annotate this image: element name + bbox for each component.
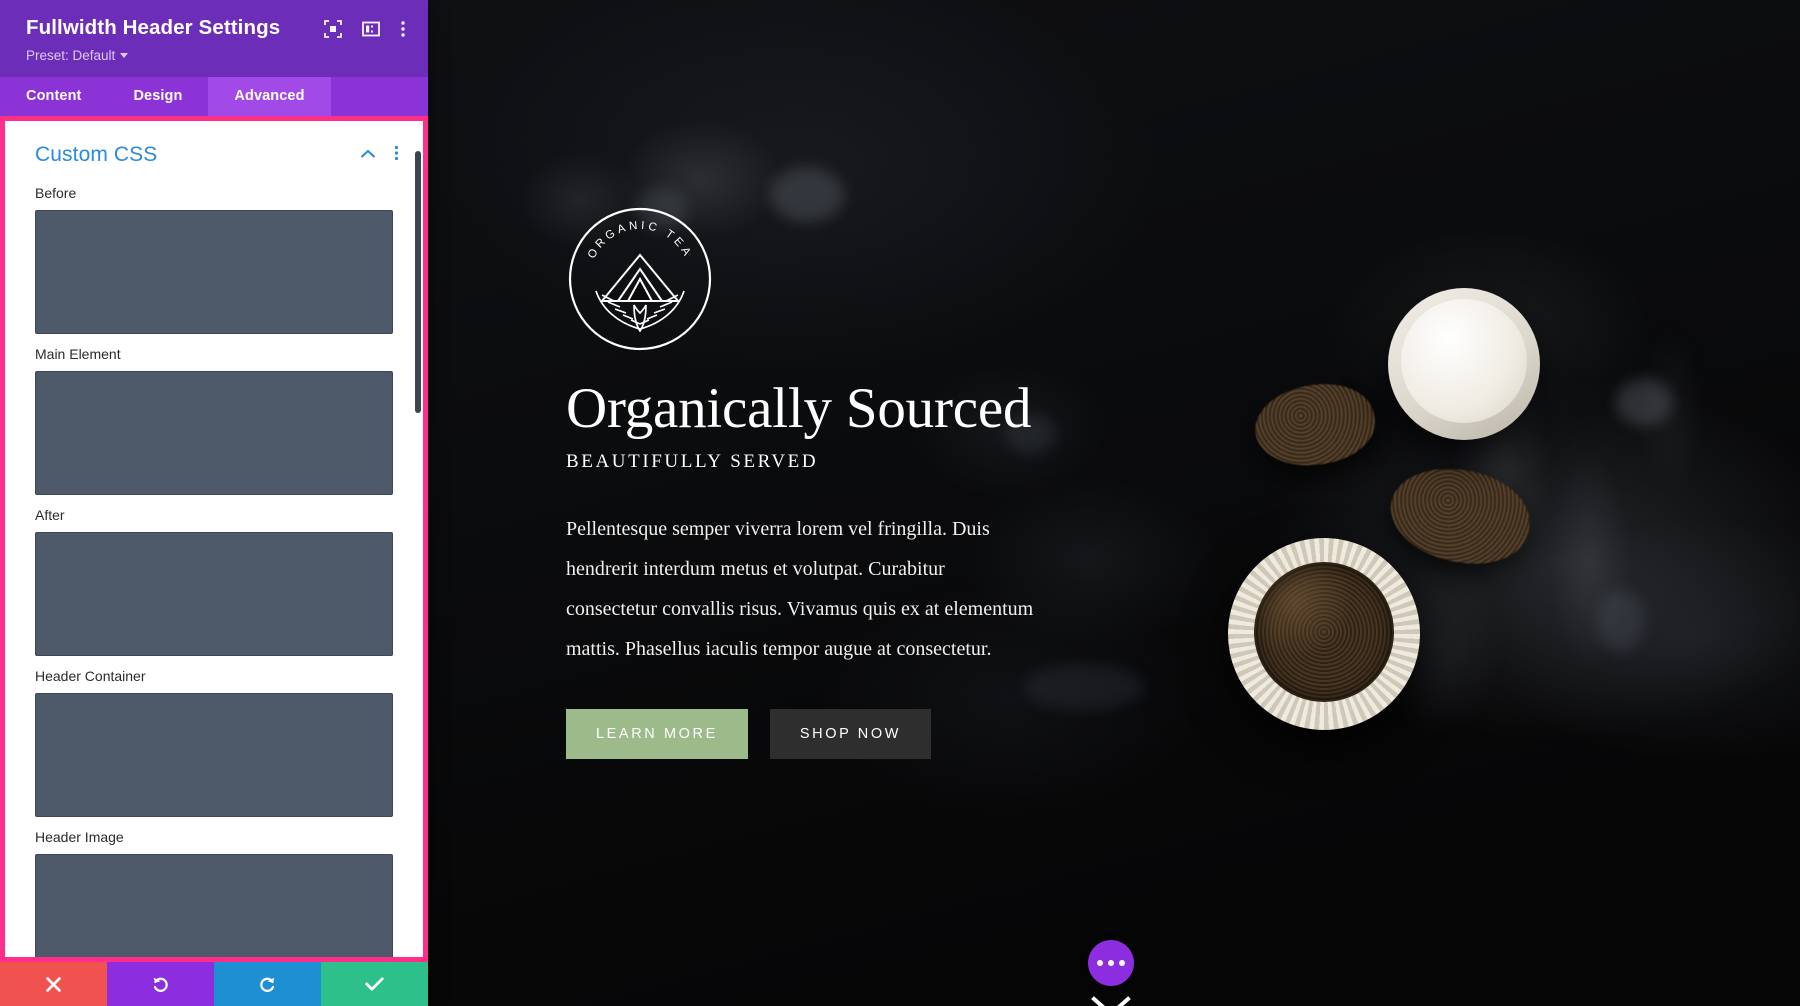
field-label: After [35, 507, 65, 523]
field-label: Header Image [35, 829, 124, 845]
redo-arrow-icon [260, 977, 275, 992]
shop-now-button[interactable]: SHOP NOW [769, 708, 931, 759]
after-css-input[interactable] [35, 532, 393, 656]
close-x-icon [46, 976, 61, 992]
kebab-menu-icon[interactable] [394, 145, 399, 166]
panel-tabs: Content Design Advanced [0, 77, 428, 116]
chevron-down-icon[interactable] [1090, 994, 1132, 1006]
tab-advanced[interactable]: Advanced [208, 77, 331, 116]
dot [1108, 960, 1114, 966]
field-label: Header Container [35, 668, 146, 684]
panel-scroll-region: Custom CSS Before Main Element After Hea… [5, 121, 423, 957]
header-container-css-input[interactable] [35, 693, 393, 817]
bokeh-dot [1598, 590, 1644, 652]
panel-highlight-frame: Custom CSS Before Main Element After Hea… [0, 116, 428, 962]
chevron-up-icon[interactable] [360, 146, 376, 164]
cancel-button[interactable] [0, 962, 107, 1006]
dot [1119, 960, 1125, 966]
panel-layout-icon[interactable] [362, 20, 380, 43]
section-title: Custom CSS [35, 143, 158, 166]
preset-selector[interactable]: Preset: Default [26, 48, 406, 63]
header-image-css-input[interactable] [35, 854, 393, 957]
section-actions [360, 145, 399, 166]
ceramic-bowl-milk [1388, 288, 1540, 440]
ceramic-saucer-tea-leaves [1228, 538, 1420, 730]
custom-css-section-header[interactable]: Custom CSS [5, 121, 423, 173]
chevron-down-icon [120, 53, 129, 58]
undo-button[interactable] [107, 962, 214, 1006]
field-before: Before [5, 173, 423, 334]
kebab-menu-icon[interactable] [400, 20, 406, 43]
module-settings-panel: Fullwidth Header Settings Preset: Defaul… [0, 0, 428, 1006]
organic-tea-badge-logo: ORGANIC TEA [566, 205, 714, 353]
more-options-dots-icon[interactable] [1088, 940, 1134, 986]
redo-button[interactable] [214, 962, 321, 1006]
field-after: After [5, 495, 423, 656]
panel-header: Fullwidth Header Settings Preset: Defaul… [0, 0, 428, 77]
tab-content[interactable]: Content [0, 77, 107, 116]
dot [1097, 960, 1103, 966]
checkmark-icon [365, 977, 384, 991]
field-label: Main Element [35, 346, 121, 362]
hero-body-text: Pellentesque semper viverra lorem vel fr… [566, 517, 1034, 660]
preset-label: Preset: Default [26, 48, 116, 63]
tab-design[interactable]: Design [107, 77, 208, 116]
page-title: Fullwidth Header Settings [26, 16, 281, 39]
main-element-css-input[interactable] [35, 371, 393, 495]
hero-subtitle: BEAUTIFULLY SERVED [566, 450, 819, 472]
undo-arrow-icon [153, 977, 168, 992]
bokeh-dot [1616, 378, 1672, 426]
field-header-image: Header Image [5, 817, 423, 957]
panel-header-icons [324, 16, 406, 43]
panel-scrollbar-thumb[interactable] [415, 151, 421, 413]
learn-more-button[interactable]: LEARN MORE [566, 708, 748, 759]
hero-button-group: LEARN MORE SHOP NOW [566, 708, 1086, 759]
field-label: Before [35, 185, 77, 201]
save-button[interactable] [321, 962, 428, 1006]
fullwidth-header-module: ORGANIC TEA Organically Sourced BEAUTIFU… [566, 205, 1086, 759]
focus-target-icon[interactable] [324, 20, 342, 43]
field-header-container: Header Container [5, 656, 423, 817]
hero-title: Organically Sourced [566, 377, 1032, 440]
field-main-element: Main Element [5, 334, 423, 495]
before-css-input[interactable] [35, 210, 393, 334]
panel-action-bar [0, 962, 428, 1006]
